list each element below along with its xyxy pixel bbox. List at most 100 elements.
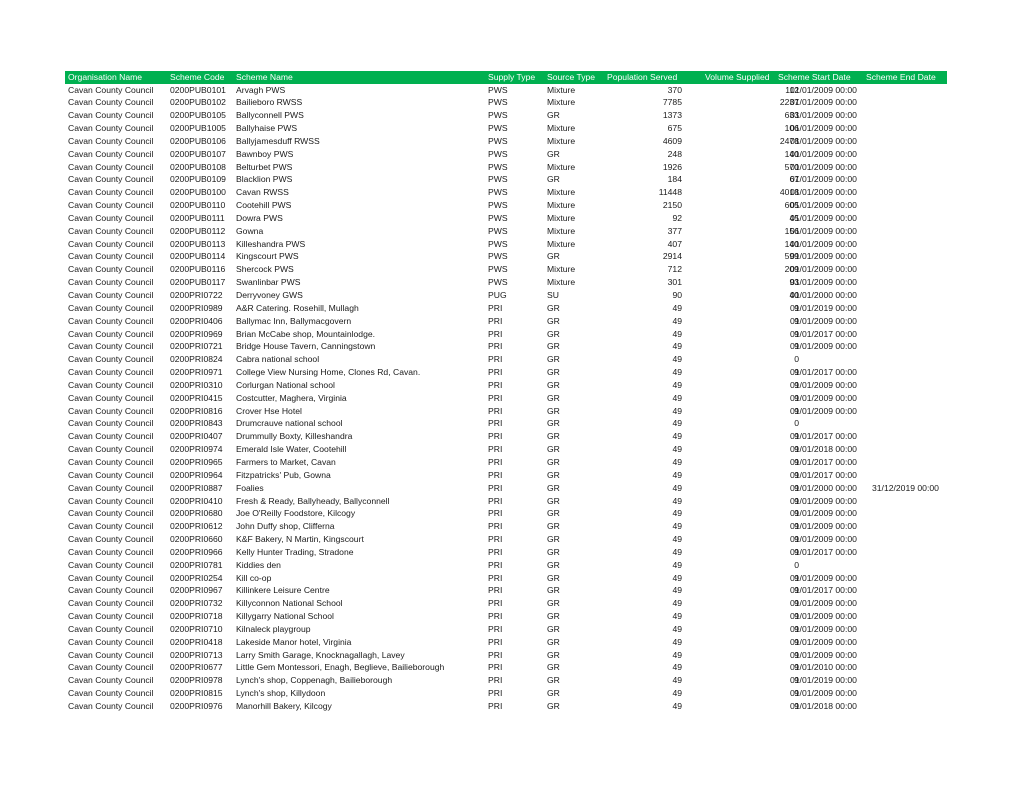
population-served-cell[interactable]: 712 — [595, 263, 682, 276]
supply-type-cell[interactable]: PWS — [488, 263, 508, 276]
volume-supplied-cell[interactable]: 9 — [705, 379, 799, 392]
volume-supplied-cell[interactable]: 9 — [705, 315, 799, 328]
supply-type-cell[interactable]: PRI — [488, 392, 502, 405]
volume-supplied-cell[interactable]: 2478 — [705, 135, 799, 148]
population-served-cell[interactable]: 49 — [595, 495, 682, 508]
volume-supplied-cell[interactable]: 599 — [705, 250, 799, 263]
scheme-start-date-cell[interactable]: 01/01/2009 00:00 — [790, 173, 857, 186]
scheme-start-date-cell[interactable]: 01/01/2009 00:00 — [790, 687, 857, 700]
col-header-source-type[interactable]: Source Type — [547, 71, 595, 84]
supply-type-cell[interactable]: PRI — [488, 507, 502, 520]
organisation-name-cell[interactable]: Cavan County Council — [68, 636, 154, 649]
scheme-start-date-cell[interactable]: 01/01/2018 00:00 — [790, 700, 857, 713]
scheme-code-cell[interactable]: 0200PUB0105 — [170, 109, 226, 122]
population-served-cell[interactable]: 49 — [595, 430, 682, 443]
scheme-start-date-cell[interactable]: 01/01/2010 00:00 — [790, 661, 857, 674]
supply-type-cell[interactable]: PRI — [488, 572, 502, 585]
volume-supplied-cell[interactable]: 9 — [705, 687, 799, 700]
source-type-cell[interactable]: GR — [547, 520, 560, 533]
organisation-name-cell[interactable]: Cavan County Council — [68, 584, 154, 597]
volume-supplied-cell[interactable]: 0 — [705, 417, 799, 430]
supply-type-cell[interactable]: PRI — [488, 379, 502, 392]
scheme-code-cell[interactable]: 0200PRI0680 — [170, 507, 223, 520]
population-served-cell[interactable]: 675 — [595, 122, 682, 135]
scheme-start-date-cell[interactable]: 01/01/2009 00:00 — [790, 623, 857, 636]
organisation-name-cell[interactable]: Cavan County Council — [68, 122, 154, 135]
scheme-start-date-cell[interactable]: 01/01/2009 00:00 — [790, 84, 857, 97]
organisation-name-cell[interactable]: Cavan County Council — [68, 173, 154, 186]
population-served-cell[interactable]: 49 — [595, 482, 682, 495]
population-served-cell[interactable]: 49 — [595, 366, 682, 379]
scheme-code-cell[interactable]: 0200PRI0410 — [170, 495, 223, 508]
population-served-cell[interactable]: 49 — [595, 584, 682, 597]
population-served-cell[interactable]: 2150 — [595, 199, 682, 212]
source-type-cell[interactable]: GR — [547, 302, 560, 315]
scheme-start-date-cell[interactable]: 01/01/2009 00:00 — [790, 135, 857, 148]
scheme-start-date-cell[interactable]: 01/01/2017 00:00 — [790, 456, 857, 469]
scheme-code-cell[interactable]: 0200PRI0660 — [170, 533, 223, 546]
scheme-code-cell[interactable]: 0200PUB0110 — [170, 199, 225, 212]
scheme-start-date-cell[interactable]: 01/01/2009 00:00 — [790, 405, 857, 418]
source-type-cell[interactable]: Mixture — [547, 122, 575, 135]
population-served-cell[interactable]: 49 — [595, 302, 682, 315]
scheme-code-cell[interactable]: 0200PRI0407 — [170, 430, 223, 443]
scheme-code-cell[interactable]: 0200PRI0815 — [170, 687, 223, 700]
scheme-name-cell[interactable]: Killeshandra PWS — [236, 238, 305, 251]
scheme-start-date-cell[interactable]: 01/01/2019 00:00 — [790, 302, 857, 315]
volume-supplied-cell[interactable]: 9 — [705, 405, 799, 418]
source-type-cell[interactable]: Mixture — [547, 161, 575, 174]
scheme-start-date-cell[interactable]: 01/01/2009 00:00 — [790, 263, 857, 276]
population-served-cell[interactable]: 49 — [595, 379, 682, 392]
volume-supplied-cell[interactable]: 9 — [705, 469, 799, 482]
source-type-cell[interactable]: Mixture — [547, 276, 575, 289]
scheme-start-date-cell[interactable]: 01/01/2009 00:00 — [790, 122, 857, 135]
scheme-code-cell[interactable]: 0200PUB0100 — [170, 186, 226, 199]
scheme-start-date-cell[interactable]: 01/01/2009 00:00 — [790, 225, 857, 238]
scheme-name-cell[interactable]: K&F Bakery, N Martin, Kingscourt — [236, 533, 364, 546]
organisation-name-cell[interactable]: Cavan County Council — [68, 289, 154, 302]
scheme-name-cell[interactable]: Manorhill Bakery, Kilcogy — [236, 700, 332, 713]
supply-type-cell[interactable]: PRI — [488, 366, 502, 379]
scheme-start-date-cell[interactable]: 01/01/2017 00:00 — [790, 328, 857, 341]
volume-supplied-cell[interactable]: 67 — [705, 173, 799, 186]
organisation-name-cell[interactable]: Cavan County Council — [68, 417, 154, 430]
organisation-name-cell[interactable]: Cavan County Council — [68, 212, 154, 225]
scheme-code-cell[interactable]: 0200PRI0976 — [170, 700, 223, 713]
source-type-cell[interactable]: GR — [547, 109, 560, 122]
source-type-cell[interactable]: GR — [547, 546, 560, 559]
supply-type-cell[interactable]: PRI — [488, 328, 502, 341]
scheme-name-cell[interactable]: Larry Smith Garage, Knocknagallagh, Lave… — [236, 649, 405, 662]
source-type-cell[interactable]: Mixture — [547, 199, 575, 212]
scheme-code-cell[interactable]: 0200PRI0713 — [170, 649, 223, 662]
source-type-cell[interactable]: GR — [547, 469, 560, 482]
source-type-cell[interactable]: GR — [547, 636, 560, 649]
scheme-code-cell[interactable]: 0200PRI0843 — [170, 417, 223, 430]
organisation-name-cell[interactable]: Cavan County Council — [68, 559, 154, 572]
scheme-code-cell[interactable]: 0200PRI0969 — [170, 328, 223, 341]
source-type-cell[interactable]: GR — [547, 623, 560, 636]
scheme-start-date-cell[interactable]: 01/01/2009 00:00 — [790, 520, 857, 533]
organisation-name-cell[interactable]: Cavan County Council — [68, 469, 154, 482]
population-served-cell[interactable]: 248 — [595, 148, 682, 161]
scheme-name-cell[interactable]: Bridge House Tavern, Canningstown — [236, 340, 375, 353]
supply-type-cell[interactable]: PRI — [488, 661, 502, 674]
supply-type-cell[interactable]: PRI — [488, 302, 502, 315]
scheme-name-cell[interactable]: Arvagh PWS — [236, 84, 285, 97]
source-type-cell[interactable]: Mixture — [547, 135, 575, 148]
organisation-name-cell[interactable]: Cavan County Council — [68, 687, 154, 700]
col-header-scheme-start-date[interactable]: Scheme Start Date — [778, 71, 851, 84]
scheme-code-cell[interactable]: 0200PRI0978 — [170, 674, 223, 687]
volume-supplied-cell[interactable]: 9 — [705, 610, 799, 623]
scheme-name-cell[interactable]: Cootehill PWS — [236, 199, 291, 212]
supply-type-cell[interactable]: PRI — [488, 353, 502, 366]
col-header-scheme-code[interactable]: Scheme Code — [170, 71, 224, 84]
organisation-name-cell[interactable]: Cavan County Council — [68, 405, 154, 418]
col-header-scheme-name[interactable]: Scheme Name — [236, 71, 293, 84]
scheme-start-date-cell[interactable]: 01/01/2017 00:00 — [790, 584, 857, 597]
organisation-name-cell[interactable]: Cavan County Council — [68, 661, 154, 674]
volume-supplied-cell[interactable]: 9 — [705, 340, 799, 353]
organisation-name-cell[interactable]: Cavan County Council — [68, 84, 154, 97]
population-served-cell[interactable]: 1373 — [595, 109, 682, 122]
volume-supplied-cell[interactable]: 9 — [705, 430, 799, 443]
supply-type-cell[interactable]: PRI — [488, 649, 502, 662]
